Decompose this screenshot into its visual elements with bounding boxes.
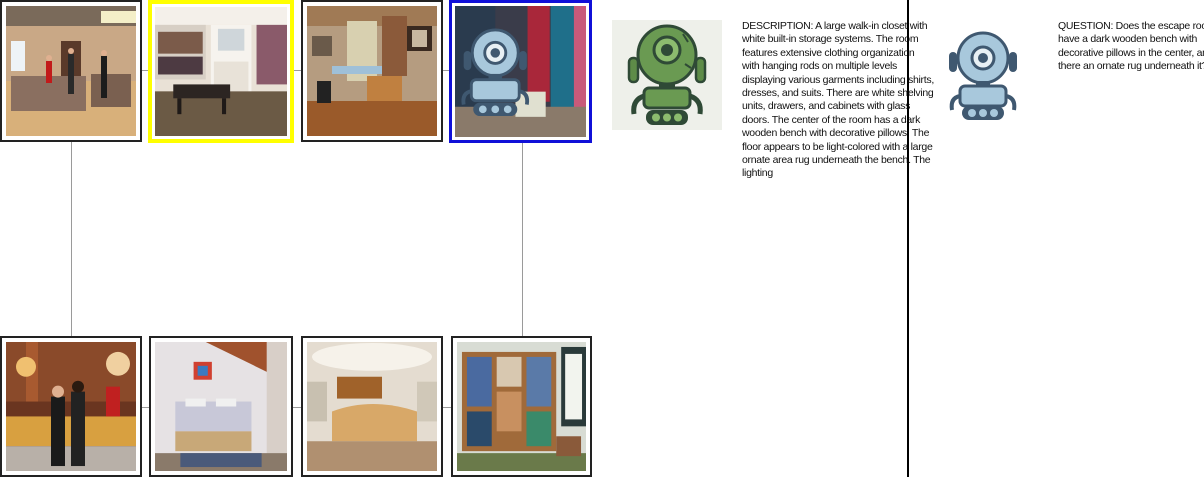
thumbnail-study-room[interactable]	[301, 0, 443, 142]
study-room-image	[307, 6, 437, 136]
hotel-lobby-image	[6, 6, 136, 136]
connector-line-left	[71, 141, 72, 337]
question-text: QUESTION: Does the escape room have a da…	[1058, 20, 1204, 73]
thumbnail-reception-counter[interactable]	[301, 336, 443, 477]
closet-robot-image	[455, 6, 586, 137]
panel-divider	[907, 0, 909, 477]
robot-icon-green	[612, 20, 722, 130]
connector-bottom-3	[442, 407, 451, 408]
thumbnail-bedroom[interactable]	[149, 336, 293, 477]
bedroom-image	[155, 342, 287, 471]
reception-counter-image	[307, 342, 437, 471]
thumbnail-reception-staff[interactable]	[0, 336, 142, 477]
connector-line-right	[522, 141, 523, 337]
thumbnail-walk-in-closet[interactable]	[148, 0, 294, 143]
thumbnail-closet-shelving[interactable]	[451, 336, 592, 477]
thumbnail-closet-robot[interactable]	[449, 0, 592, 143]
reception-staff-image	[6, 342, 136, 471]
robot-icon-blue	[943, 30, 1023, 122]
thumbnail-hotel-lobby[interactable]	[0, 0, 142, 142]
closet-shelving-image	[457, 342, 586, 471]
description-text: DESCRIPTION: A large walk-in closet with…	[742, 20, 934, 180]
walk-in-closet-image	[155, 7, 287, 136]
